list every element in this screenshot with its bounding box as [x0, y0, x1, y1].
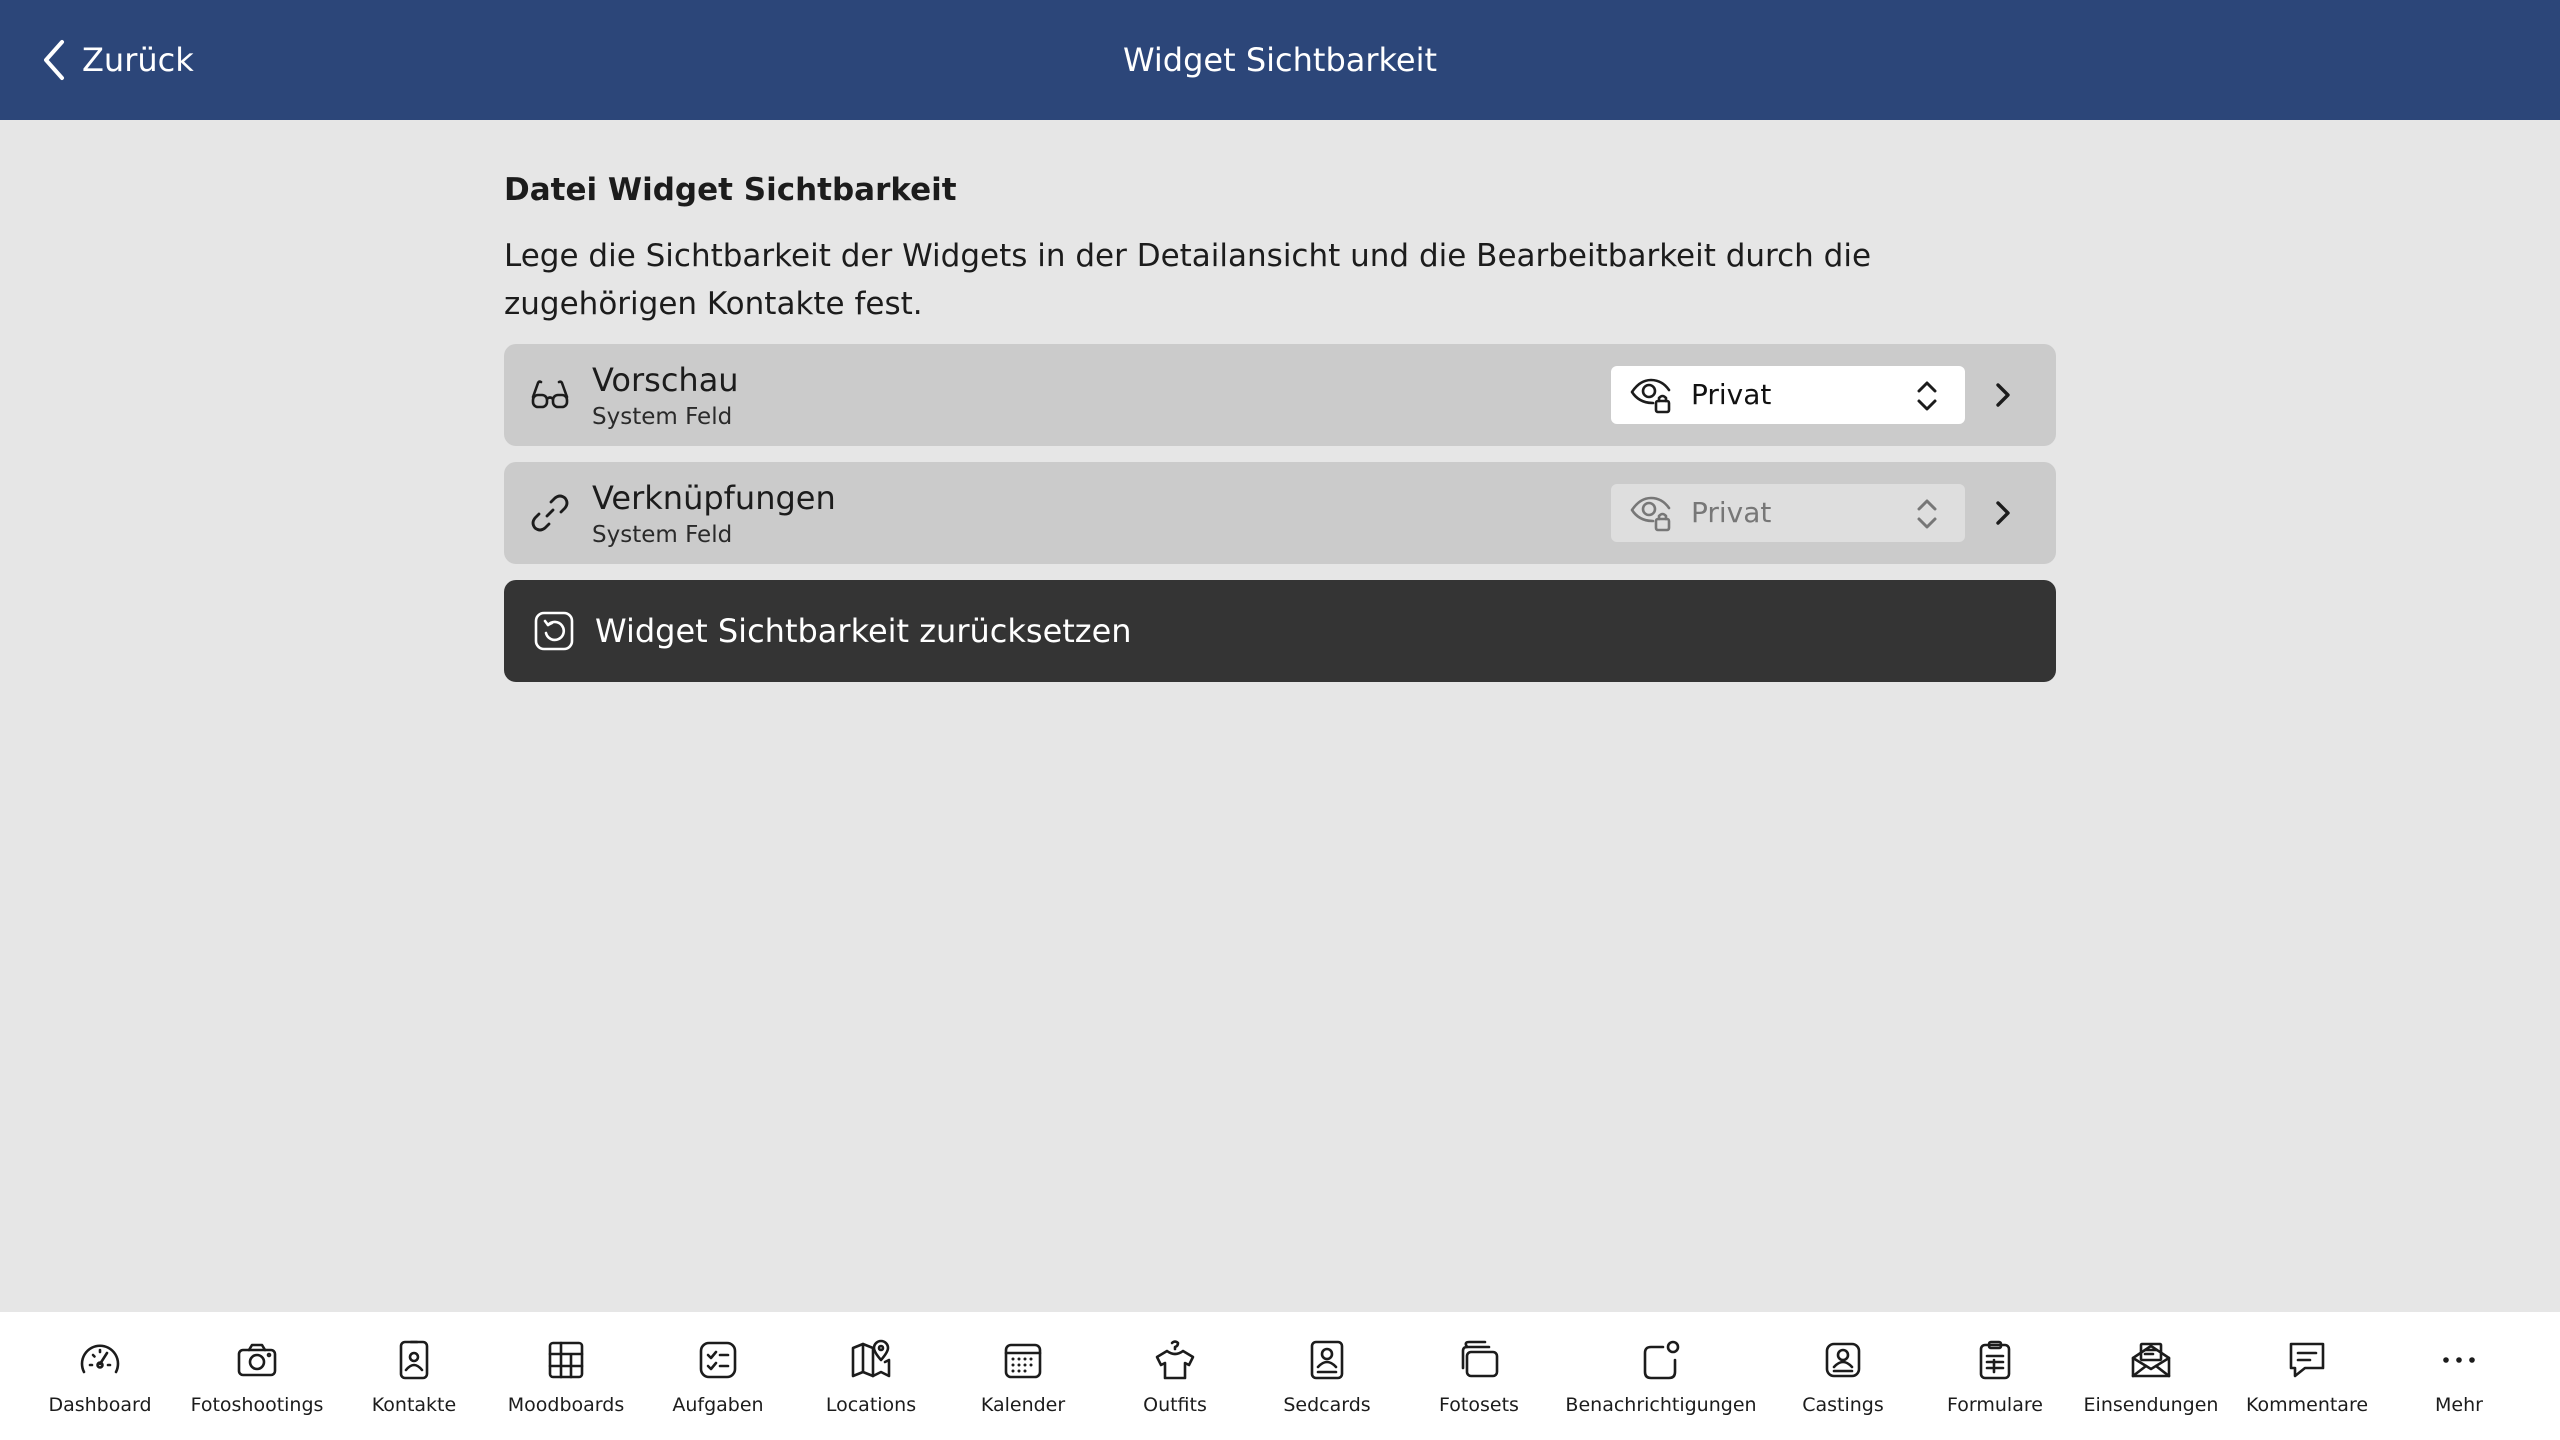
tab-benachrichtigungen[interactable]: Benachrichtigungen	[1565, 1312, 1757, 1440]
visibility-select[interactable]: Privat	[1611, 366, 1965, 424]
bottom-tab-bar: Dashboard Fotoshootings Kontakte Moodboa…	[0, 1312, 2560, 1440]
widget-row-title: Verknüpfungen	[592, 479, 836, 517]
link-icon	[531, 494, 569, 532]
widget-row-verknuepfungen[interactable]: Verknüpfungen System Feld Privat	[504, 462, 2056, 564]
photo-stack-icon	[1461, 1340, 1499, 1378]
reset-icon	[534, 611, 574, 651]
reset-label: Widget Sichtbarkeit zurücksetzen	[595, 612, 1132, 650]
section-description: Lege die Sichtbarkeit der Widgets in der…	[504, 238, 1872, 322]
comment-icon	[2289, 1342, 2325, 1378]
chevron-up-down-icon	[1917, 499, 1937, 529]
more-dots-icon	[2443, 1357, 2475, 1363]
sedcard-icon	[1310, 1340, 1344, 1380]
checklist-icon	[699, 1341, 737, 1379]
tab-einsendungen[interactable]: Einsendungen	[2061, 1312, 2241, 1440]
reset-visibility-button[interactable]: Widget Sichtbarkeit zurücksetzen	[504, 580, 2056, 682]
section-title: Datei Widget Sichtbarkeit	[504, 172, 957, 208]
visibility-value: Privat	[1691, 496, 1772, 529]
visibility-value: Privat	[1691, 378, 1772, 411]
widget-row-vorschau[interactable]: Vorschau System Feld Privat	[504, 344, 2056, 446]
widget-row-title: Vorschau	[592, 361, 739, 399]
casting-icon	[1825, 1342, 1861, 1378]
camera-icon	[237, 1343, 277, 1377]
widget-row-subtitle: System Feld	[592, 404, 733, 430]
page-title: Widget Sichtbarkeit	[1122, 41, 1438, 79]
chevron-right-icon[interactable]	[1994, 380, 2012, 410]
map-pin-icon	[851, 1339, 891, 1378]
calendar-icon	[1004, 1343, 1042, 1379]
eye-lock-icon	[1630, 496, 1671, 532]
tab-dashboard[interactable]: Dashboard	[10, 1312, 190, 1440]
hanger-shirt-icon	[1155, 1340, 1195, 1380]
widget-row-subtitle: System Feld	[592, 522, 733, 548]
clipboard-form-icon	[1979, 1340, 2011, 1380]
envelope-icon	[2131, 1342, 2171, 1378]
tab-mehr[interactable]: Mehr	[2369, 1312, 2549, 1440]
notification-icon	[1643, 1340, 1680, 1380]
tab-fotoshootings[interactable]: Fotoshootings	[167, 1312, 347, 1440]
glasses-icon	[531, 380, 569, 409]
speedometer-icon	[80, 1344, 120, 1374]
chevron-up-down-icon	[1917, 381, 1937, 411]
eye-lock-icon	[1630, 378, 1671, 414]
moodboard-grid-icon	[548, 1341, 584, 1379]
contact-card-icon	[399, 1340, 429, 1380]
tab-formulare[interactable]: Formulare	[1905, 1312, 2085, 1440]
visibility-select[interactable]: Privat	[1611, 484, 1965, 542]
tab-fotosets[interactable]: Fotosets	[1389, 1312, 1569, 1440]
chevron-right-icon[interactable]	[1994, 498, 2012, 528]
nav-header: Zurück Widget Sichtbarkeit	[0, 0, 2560, 120]
